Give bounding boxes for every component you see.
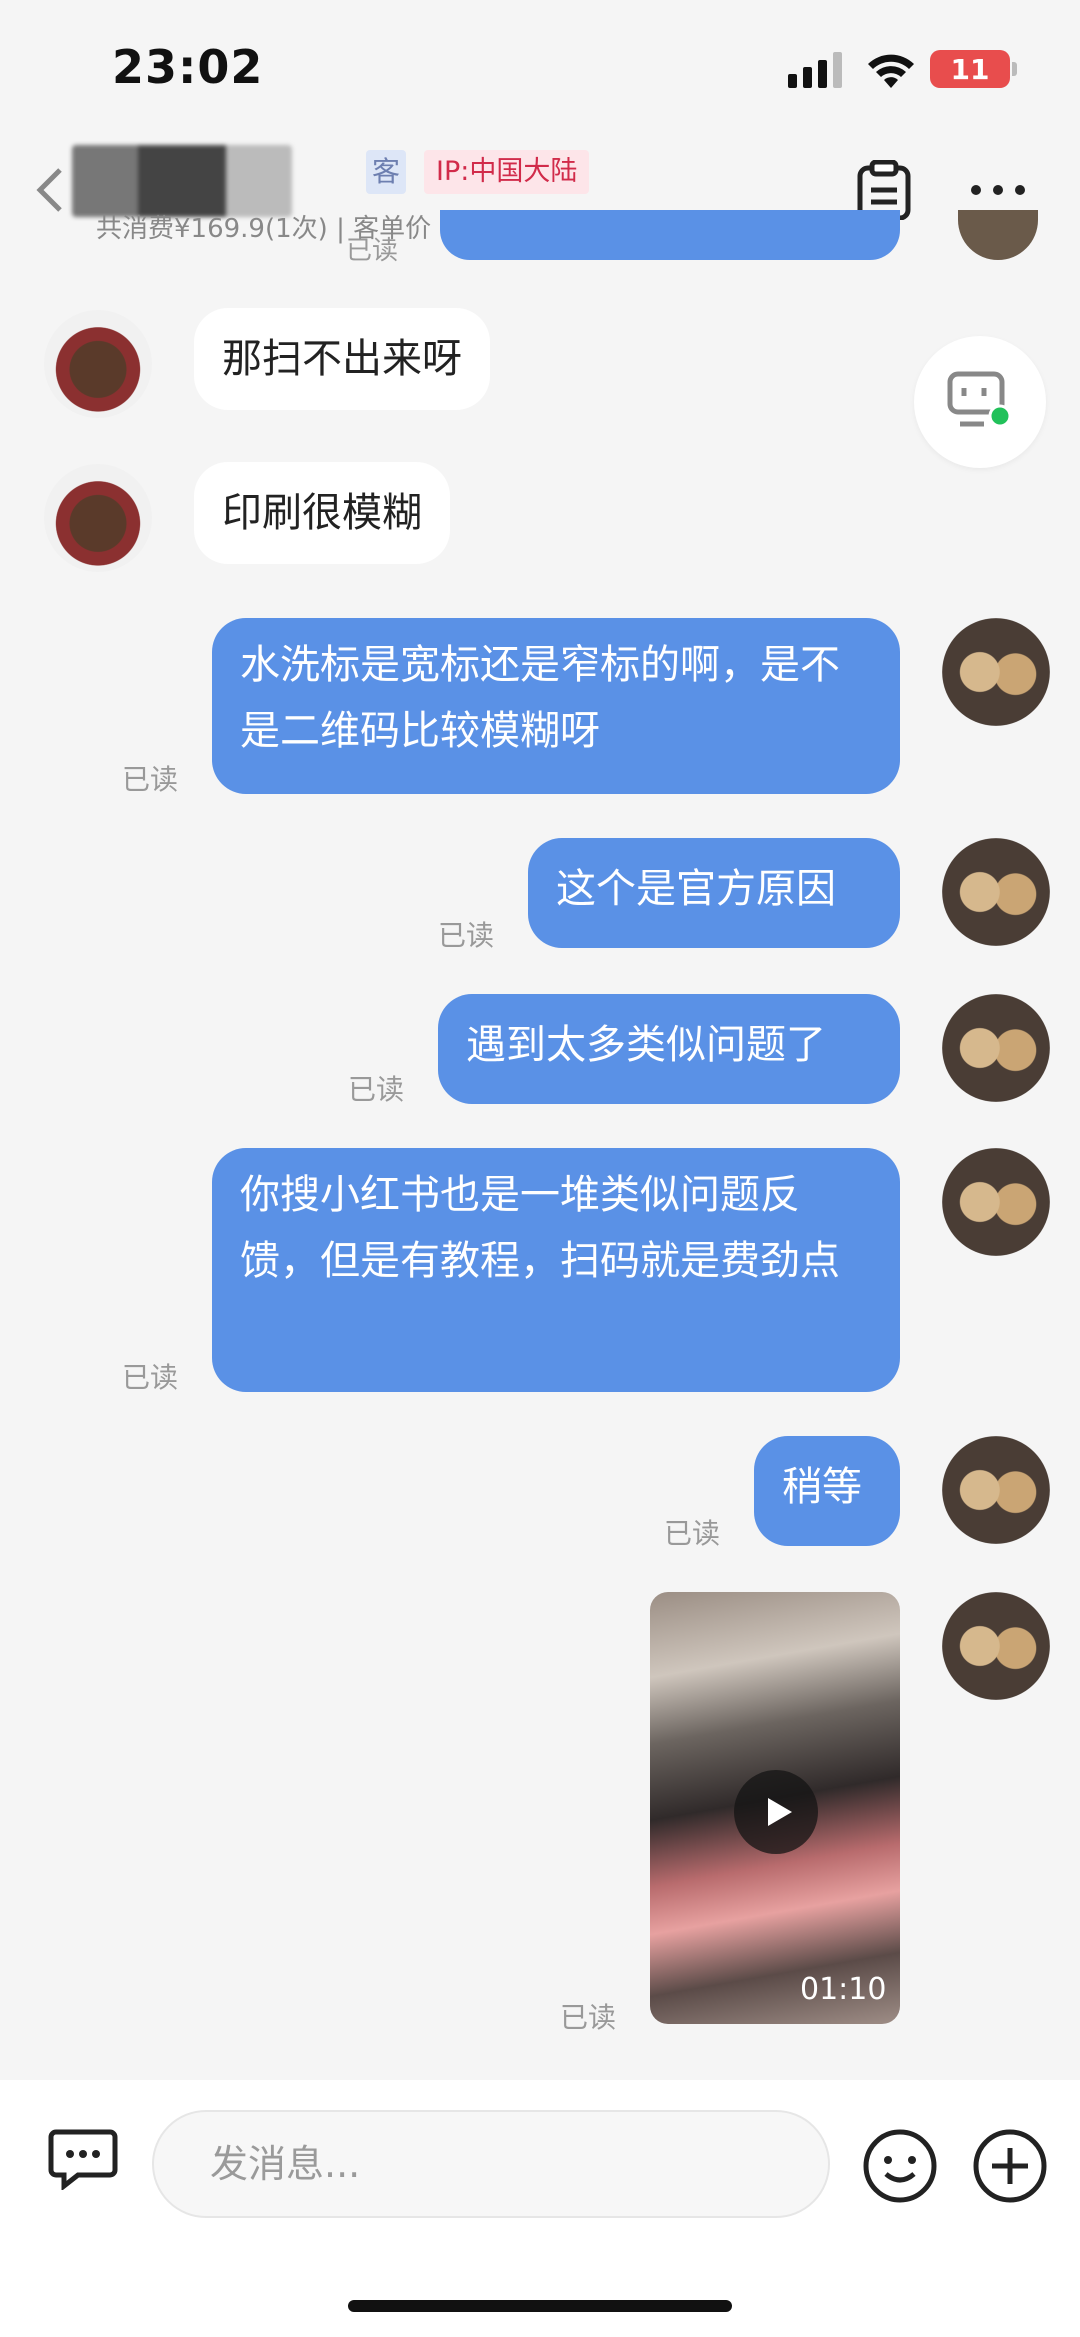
message-bubble[interactable]: 那扫不出来呀 — [194, 308, 490, 410]
ip-location-tag: IP:中国大陆 — [424, 150, 590, 194]
read-status: 已读 — [346, 236, 399, 266]
avatar[interactable] — [942, 618, 1050, 726]
avatar[interactable] — [942, 1436, 1050, 1544]
play-button[interactable] — [734, 1770, 818, 1854]
read-status: 已读 — [560, 2001, 617, 2034]
home-indicator[interactable] — [348, 2300, 732, 2312]
video-duration: 01:10 — [800, 1972, 887, 2007]
read-status: 已读 — [664, 1517, 721, 1550]
battery-cap — [1012, 62, 1017, 76]
battery-indicator: 11 — [930, 50, 1010, 88]
message-bubble[interactable]: 这个是官方原因 — [528, 838, 900, 948]
message-bubble[interactable]: 你搜小红书也是一堆类似问题反馈，但是有教程，扫码就是费劲点 — [212, 1148, 900, 1392]
message-bubble[interactable]: 印刷很模糊 — [194, 462, 450, 564]
status-time: 23:02 — [112, 40, 264, 94]
avatar[interactable] — [44, 464, 152, 572]
wifi-icon — [868, 54, 914, 88]
message-bubble[interactable]: 稍等 — [754, 1436, 900, 1546]
read-status: 已读 — [438, 919, 495, 952]
smile-icon[interactable] — [862, 2128, 938, 2204]
avatar[interactable] — [942, 838, 1050, 946]
plus-circle-icon[interactable] — [972, 2128, 1048, 2204]
contact-name-blurred[interactable] — [72, 145, 292, 217]
avatar[interactable] — [942, 1148, 1050, 1256]
avatar[interactable] — [942, 1592, 1050, 1700]
read-status: 已读 — [122, 763, 179, 796]
message-bubble[interactable]: 水洗标是宽标还是窄标的啊，是不是二维码比较模糊呀 — [212, 618, 900, 794]
customer-tag: 客 — [366, 150, 407, 194]
video-message[interactable]: 01:10 — [650, 1592, 900, 2024]
signal-icon — [788, 52, 842, 88]
avatar[interactable] — [44, 310, 152, 418]
avatar[interactable] — [958, 210, 1038, 260]
assistant-float-button[interactable] — [914, 336, 1046, 468]
monitor-online-icon — [947, 371, 1012, 428]
chat-bubble-icon[interactable] — [48, 2128, 118, 2190]
read-status: 已读 — [122, 1361, 179, 1394]
play-icon — [768, 1798, 792, 1826]
more-dots-icon[interactable] — [970, 180, 1026, 200]
message-bubble[interactable]: 遇到太多类似问题了 — [438, 994, 900, 1104]
message-bubble-partial[interactable] — [440, 210, 900, 260]
read-status: 已读 — [348, 1073, 405, 1106]
battery-level: 11 — [950, 52, 990, 86]
chevron-left-icon[interactable] — [30, 165, 70, 215]
avatar[interactable] — [942, 994, 1050, 1102]
message-input[interactable]: 发消息... — [152, 2110, 830, 2218]
